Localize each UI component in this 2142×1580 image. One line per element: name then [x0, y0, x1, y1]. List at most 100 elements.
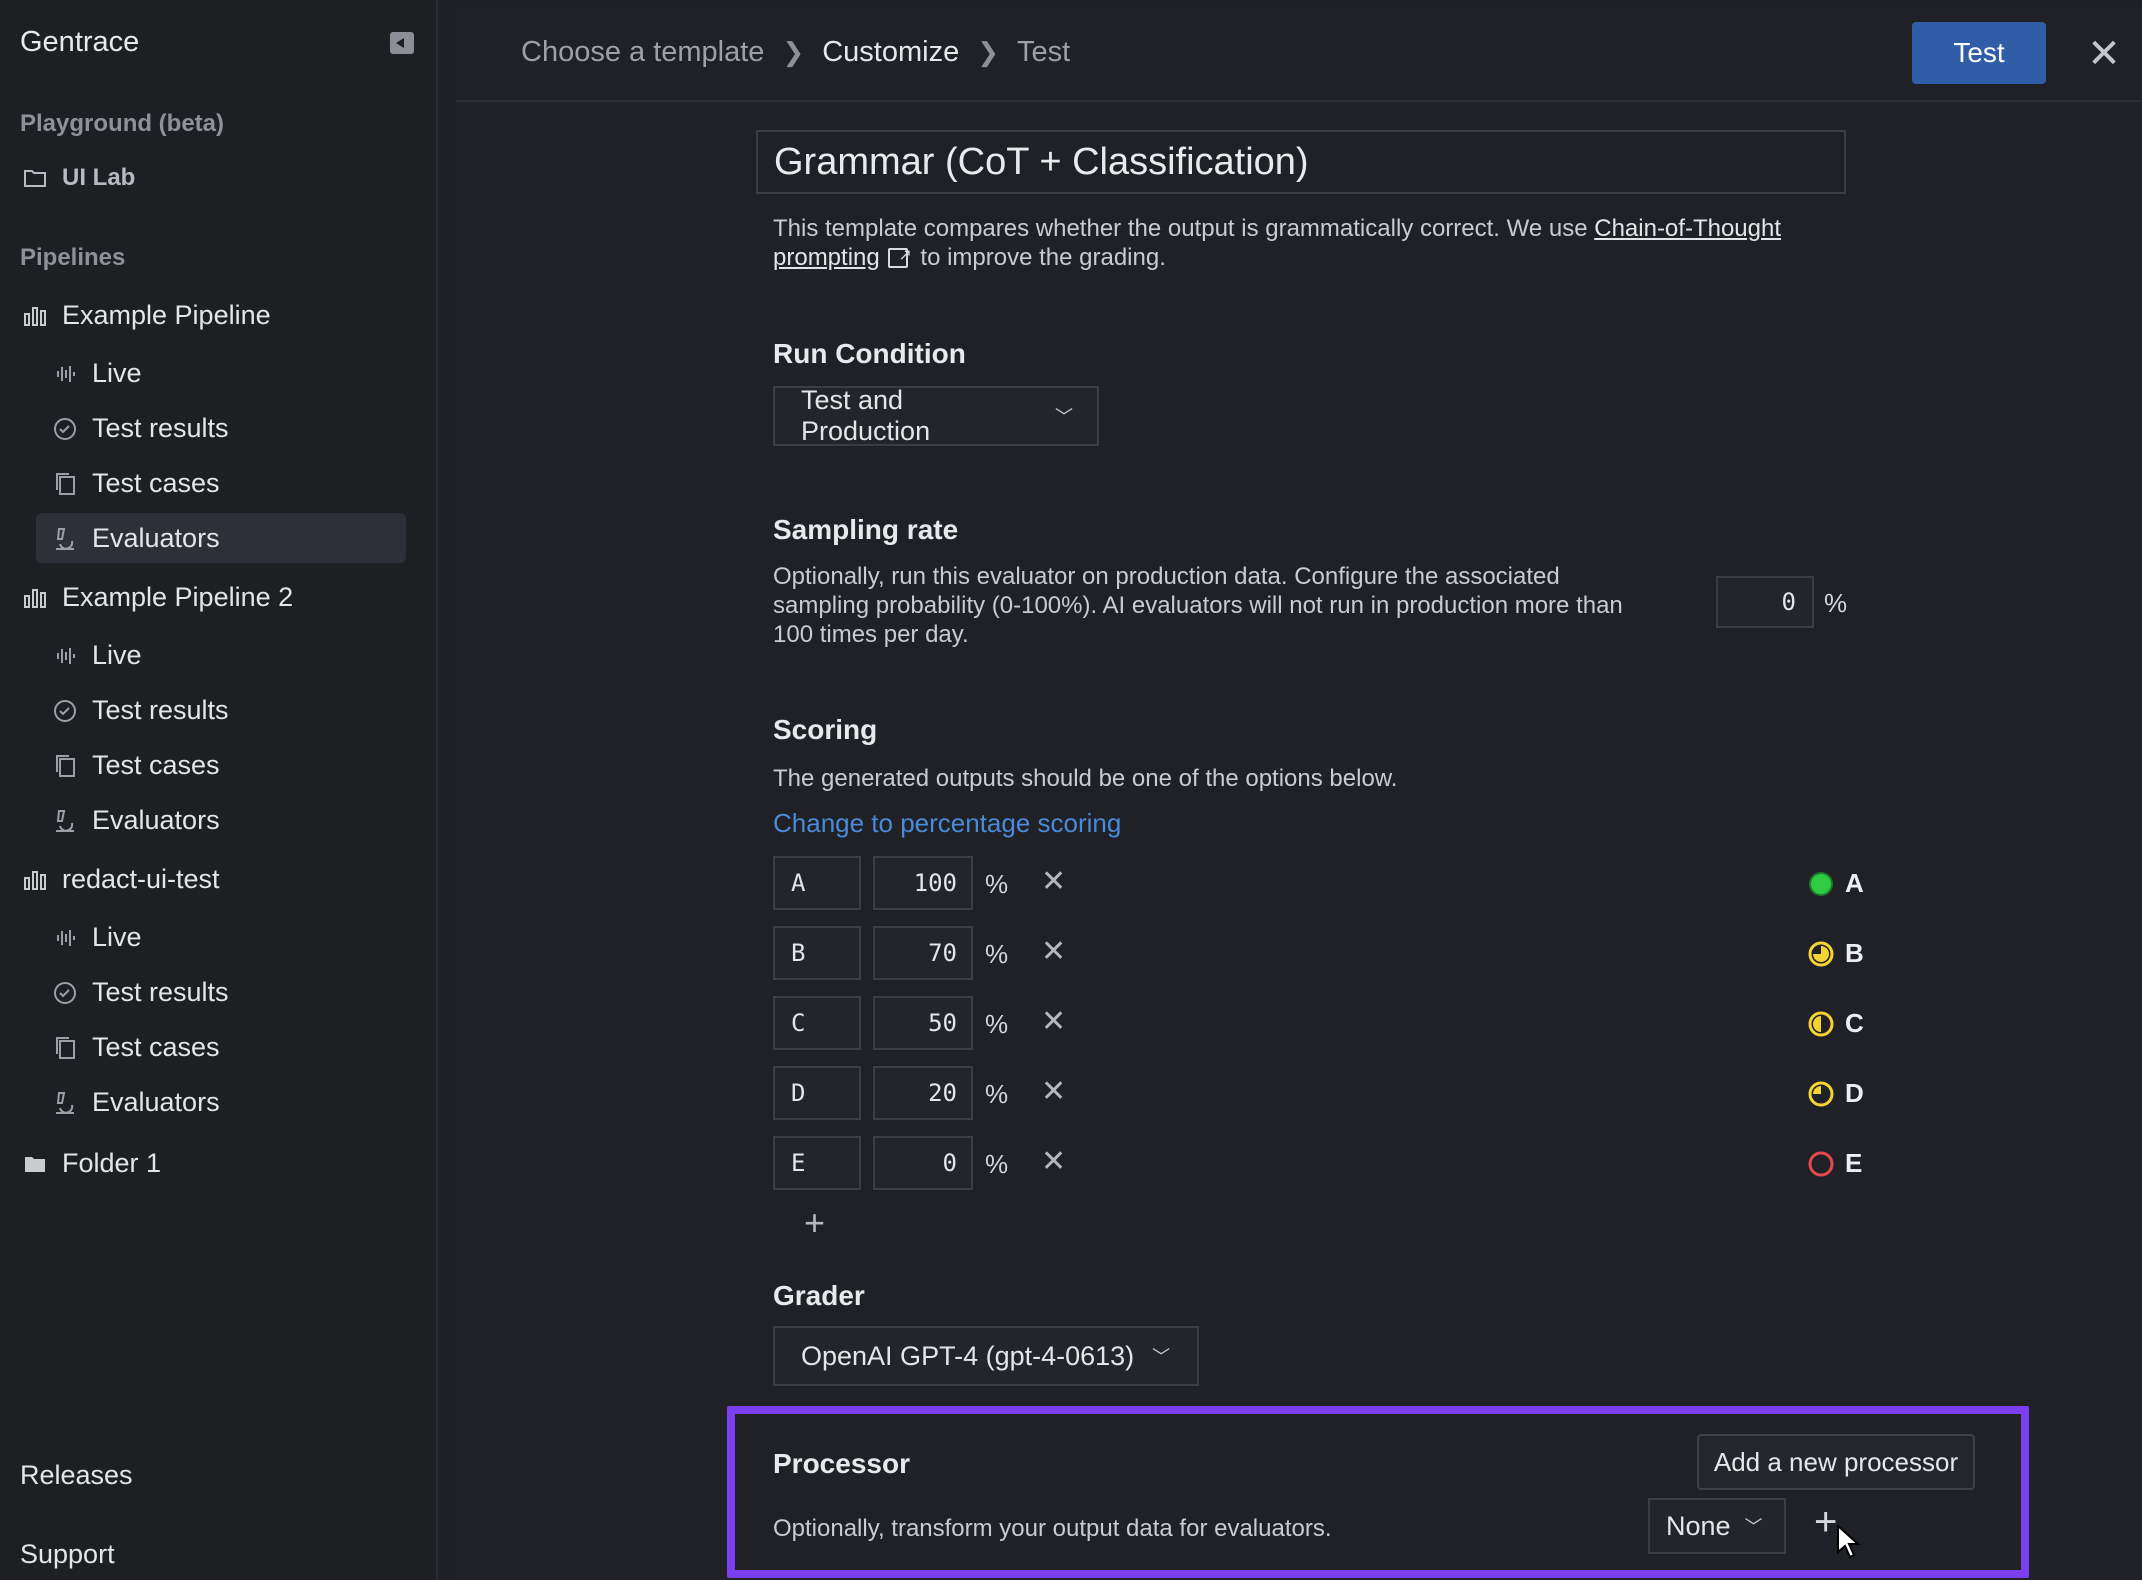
waveform-icon — [52, 925, 78, 951]
sidebar-item-evaluators[interactable]: Evaluators — [52, 805, 220, 836]
sidebar-item-label: Live — [92, 358, 142, 388]
score-unit: % — [985, 939, 1009, 969]
grade-label: B — [1845, 938, 1864, 968]
sidebar-item-test-results[interactable]: Test results — [52, 977, 229, 1008]
sampling-rate-unit: % — [1824, 588, 1848, 618]
grade-label: C — [1845, 1008, 1864, 1038]
sidebar-item-test-results[interactable]: Test results — [52, 413, 229, 444]
score-letter-input[interactable]: B — [773, 926, 861, 980]
sidebar-item-label: Test cases — [92, 468, 220, 498]
sidebar-item-label: Live — [92, 922, 142, 952]
change-to-percentage-link[interactable]: Change to percentage scoring — [773, 808, 1121, 839]
sampling-rate-input[interactable]: 0 — [1716, 576, 1814, 628]
sidebar-item-ui-lab[interactable]: UI Lab — [22, 164, 135, 192]
copy-icon — [52, 471, 78, 497]
sidebar-link-releases[interactable]: Releases — [20, 1460, 133, 1491]
sidebar-pipeline-example-pipeline[interactable]: Example Pipeline — [22, 300, 271, 331]
check-circle-icon — [52, 698, 78, 724]
score-value-input[interactable]: 50 — [873, 996, 973, 1050]
sidebar-item-live[interactable]: Live — [52, 922, 142, 953]
grade-three-quarter-circle-icon — [1807, 940, 1835, 968]
check-circle-icon — [52, 416, 78, 442]
collapse-sidebar-icon[interactable] — [390, 32, 414, 54]
score-row: D 20 % ✕ D — [773, 1066, 1864, 1120]
grader-label: Grader — [773, 1280, 865, 1311]
chevron-right-icon: ❯ — [977, 37, 1000, 67]
sidebar-item-evaluators[interactable]: Evaluators — [52, 1087, 220, 1118]
microscope-icon — [52, 808, 78, 834]
scoring-description: The generated outputs should be one of t… — [773, 765, 1398, 792]
sidebar-item-evaluators[interactable]: Evaluators — [52, 523, 220, 554]
processor-value: None — [1666, 1510, 1731, 1541]
processor-select[interactable]: None ﹀ — [1648, 1498, 1786, 1554]
sidebar-item-label: Test results — [92, 695, 229, 725]
pipeline-name: Example Pipeline — [62, 300, 271, 330]
close-icon[interactable]: ✕ — [2076, 26, 2132, 82]
add-new-processor-button[interactable]: Add a new processor — [1697, 1434, 1975, 1490]
pipeline-name: redact-ui-test — [62, 864, 220, 894]
playground-section-label: Playground (beta) — [20, 110, 225, 137]
scoring-label: Scoring — [773, 714, 878, 745]
microscope-icon — [52, 1090, 78, 1116]
check-circle-icon — [52, 980, 78, 1006]
sampling-rate-description: Optionally, run this evaluator on produc… — [773, 563, 1623, 648]
description-text: This template compares whether the outpu… — [773, 215, 1595, 242]
microscope-icon — [52, 526, 78, 552]
sidebar-item-label: UI Lab — [62, 164, 136, 191]
add-processor-icon[interactable]: + — [1814, 1500, 1837, 1545]
breadcrumb-test[interactable]: Test — [1017, 36, 1070, 69]
sidebar-item-test-results[interactable]: Test results — [52, 695, 229, 726]
run-condition-value: Test and Production — [801, 385, 931, 446]
run-condition-select[interactable]: Test and Production ﹀ — [773, 385, 1099, 446]
test-button[interactable]: Test — [1912, 22, 2046, 84]
copy-icon — [52, 753, 78, 779]
sidebar-pipeline-redact-ui-test[interactable]: redact-ui-test — [22, 864, 220, 895]
score-row: C 50 % ✕ C — [773, 996, 1864, 1050]
score-unit: % — [985, 1009, 1009, 1039]
score-value-input[interactable]: 20 — [873, 1066, 973, 1120]
evaluator-title-input[interactable]: Grammar (CoT + Classification) — [756, 130, 1846, 194]
main-panel: Choose a template ❯ Customize ❯ Test Tes… — [456, 4, 2142, 1580]
processor-description: Optionally, transform your output data f… — [773, 1515, 1332, 1542]
score-letter-input[interactable]: A — [773, 856, 861, 910]
bar-chart-icon — [22, 867, 48, 893]
breadcrumb: Choose a template ❯ Customize ❯ Test — [521, 36, 1070, 69]
remove-score-icon[interactable]: ✕ — [1041, 864, 1066, 899]
score-value-input[interactable]: 100 — [873, 856, 973, 910]
add-score-icon[interactable]: + — [804, 1202, 825, 1244]
score-letter-input[interactable]: D — [773, 1066, 861, 1120]
sidebar-pipeline-example-pipeline-2[interactable]: Example Pipeline 2 — [22, 582, 293, 613]
external-link-icon — [887, 241, 912, 270]
remove-score-icon[interactable]: ✕ — [1041, 1074, 1066, 1109]
sidebar-item-live[interactable]: Live — [52, 640, 142, 671]
sidebar-item-live[interactable]: Live — [52, 358, 142, 389]
folder-outline-icon — [22, 165, 48, 191]
sidebar-item-test-cases[interactable]: Test cases — [52, 468, 220, 499]
score-letter-input[interactable]: C — [773, 996, 861, 1050]
sidebar-item-test-cases[interactable]: Test cases — [52, 750, 220, 781]
sidebar-item-test-cases[interactable]: Test cases — [52, 1032, 220, 1063]
sidebar-item-folder-1[interactable]: Folder 1 — [22, 1148, 161, 1179]
bar-chart-icon — [22, 303, 48, 329]
grade-half-circle-icon — [1807, 1010, 1835, 1038]
grader-select[interactable]: OpenAI GPT-4 (gpt-4-0613) ﹀ — [773, 1326, 1199, 1386]
sidebar-item-label: Test cases — [92, 1032, 220, 1062]
sidebar-item-label: Test results — [92, 977, 229, 1007]
grade-label: E — [1845, 1148, 1863, 1178]
breadcrumb-customize[interactable]: Customize — [822, 36, 959, 69]
remove-score-icon[interactable]: ✕ — [1041, 934, 1066, 969]
copy-icon — [52, 1035, 78, 1061]
pipelines-section-label: Pipelines — [20, 244, 126, 271]
sidebar-link-support[interactable]: Support — [20, 1539, 115, 1570]
grade-label: D — [1845, 1078, 1864, 1108]
score-value-input[interactable]: 70 — [873, 926, 973, 980]
sidebar-item-label: Live — [92, 640, 142, 670]
waveform-icon — [52, 361, 78, 387]
score-row: E 0 % ✕ E — [773, 1136, 1862, 1190]
remove-score-icon[interactable]: ✕ — [1041, 1144, 1066, 1179]
score-value-input[interactable]: 0 — [873, 1136, 973, 1190]
remove-score-icon[interactable]: ✕ — [1041, 1004, 1066, 1039]
brand-title: Gentrace — [20, 26, 140, 58]
score-letter-input[interactable]: E — [773, 1136, 861, 1190]
breadcrumb-choose-template[interactable]: Choose a template — [521, 36, 764, 69]
